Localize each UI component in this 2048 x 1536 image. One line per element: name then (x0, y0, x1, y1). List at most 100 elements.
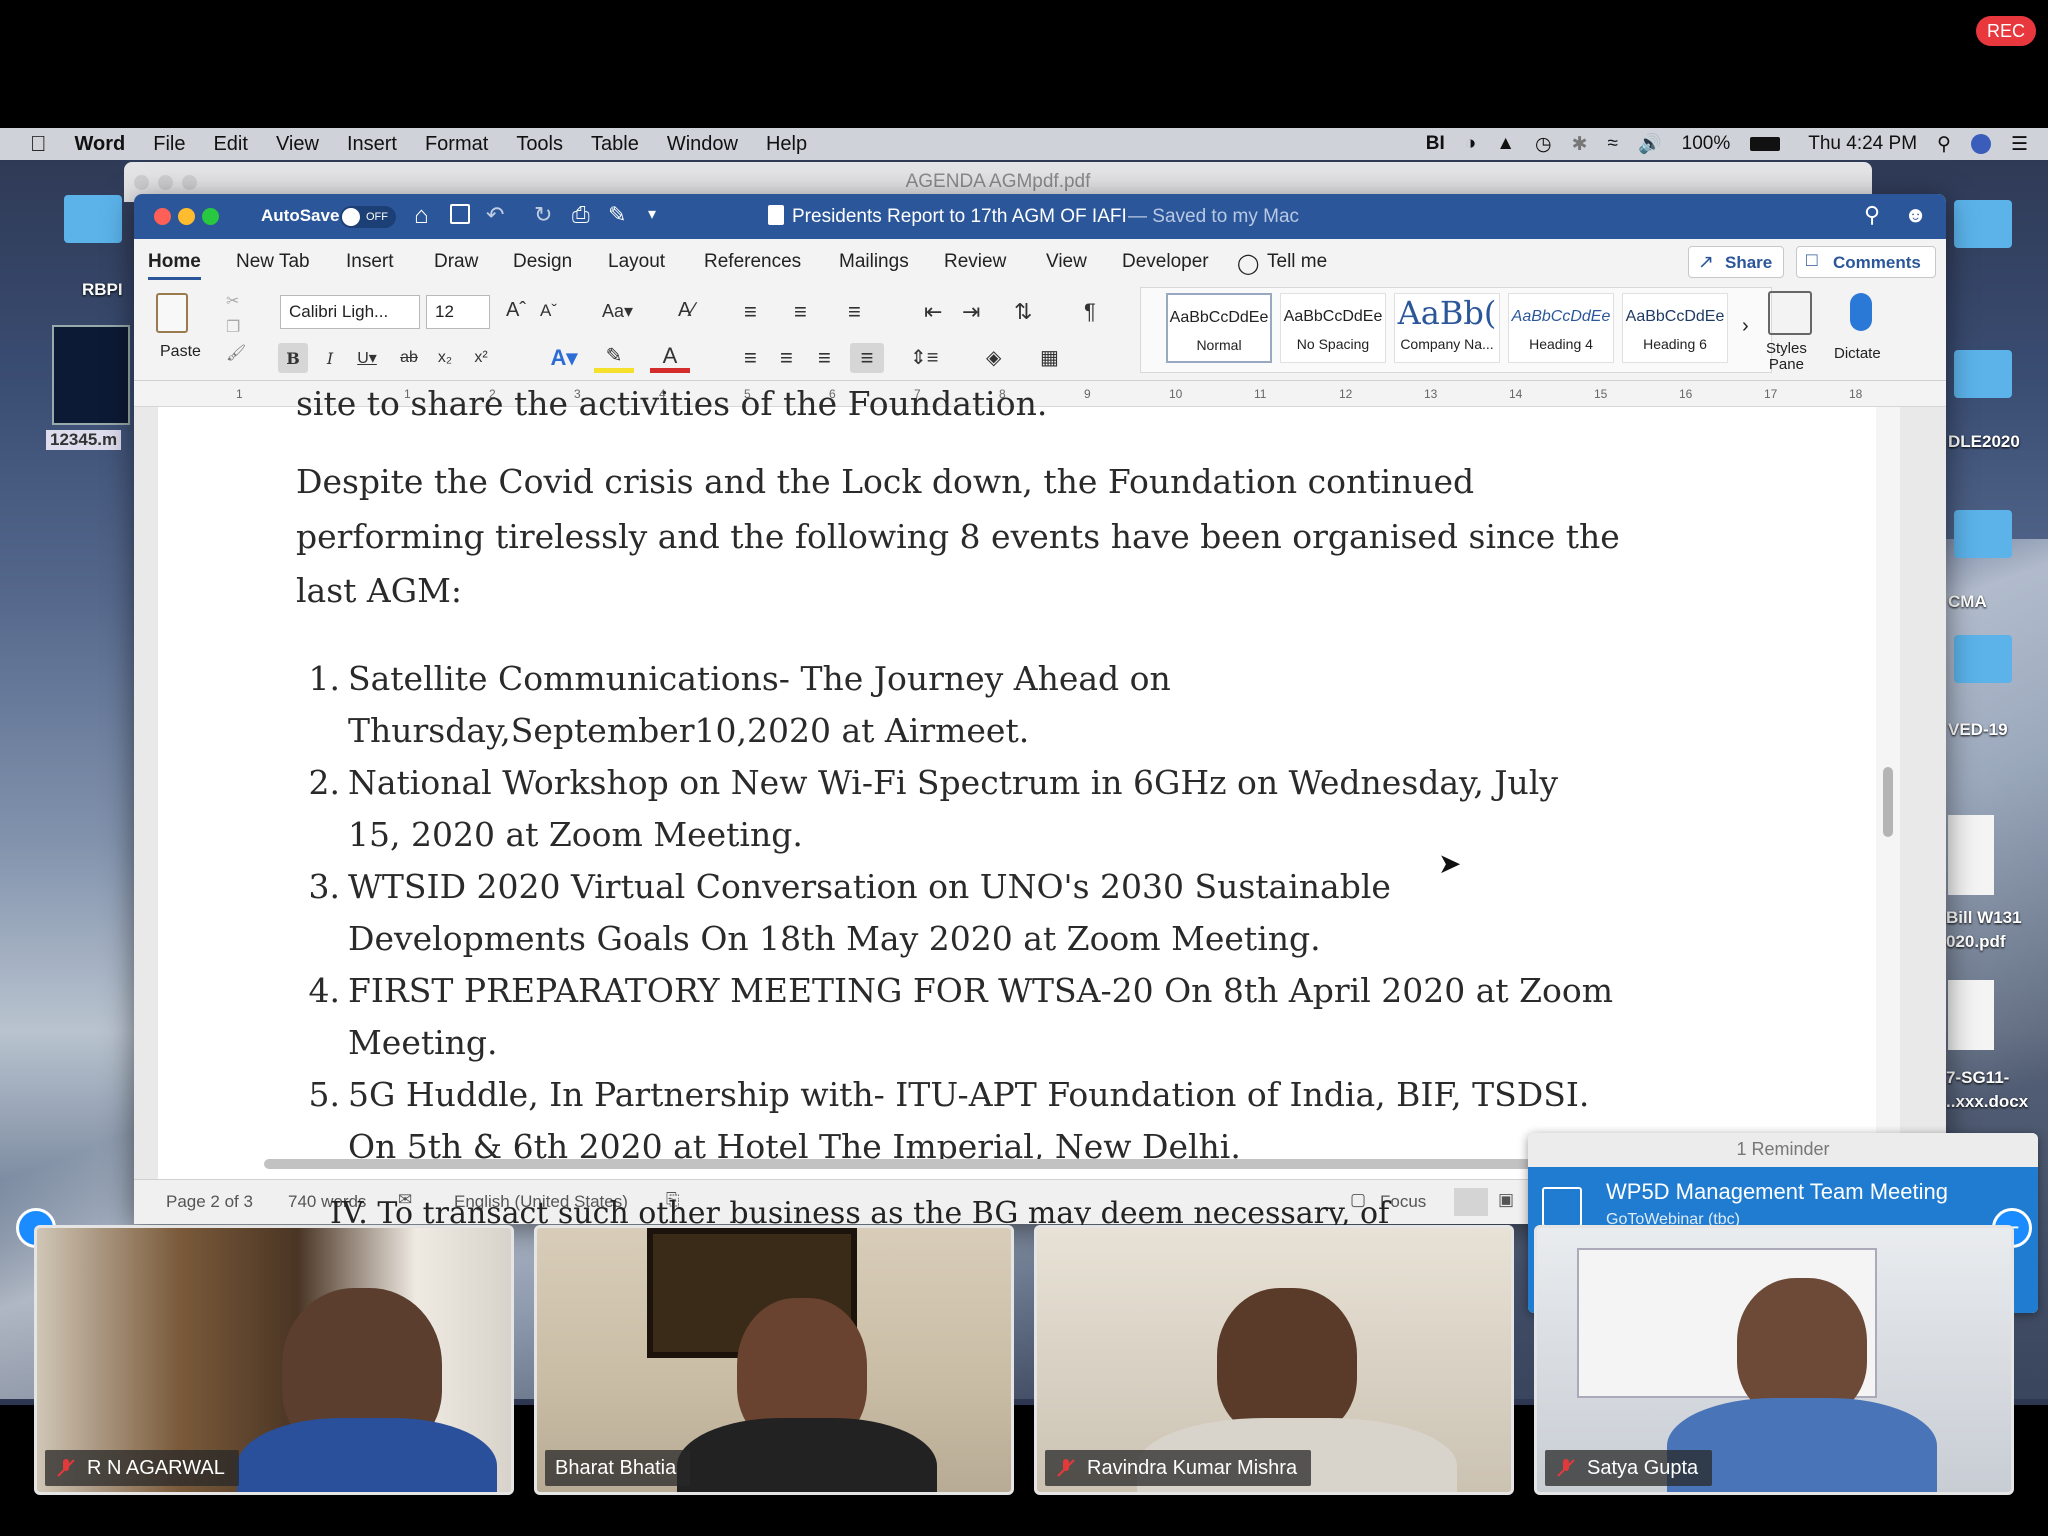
justify-icon[interactable]: ≡ (850, 343, 884, 373)
menu-file[interactable]: File (153, 133, 185, 156)
decrease-indent-icon[interactable]: ⇤ (924, 299, 942, 325)
underline-button[interactable]: U▾ (352, 343, 382, 373)
menu-insert[interactable]: Insert (347, 133, 397, 156)
status-vlc-icon[interactable]: ▲ (1496, 133, 1515, 155)
style-heading-4[interactable]: AaBbCcDdEe Heading 4 (1508, 293, 1614, 363)
change-case-icon[interactable]: Aa▾ (602, 301, 633, 322)
document-page[interactable]: site to share the activities of the Foun… (158, 384, 1876, 1179)
menu-window[interactable]: Window (667, 133, 738, 156)
home-icon[interactable]: ⌂ (414, 202, 429, 230)
tab-review[interactable]: Review (944, 251, 1006, 273)
volume-icon[interactable]: 🔊 (1638, 132, 1662, 156)
desktop-folder-icon[interactable] (1954, 635, 2012, 683)
font-color-icon[interactable]: A (650, 343, 690, 373)
styles-pane-icon[interactable] (1768, 291, 1812, 335)
participant-tile[interactable]: Satya Gupta (1534, 1225, 2014, 1495)
time-machine-icon[interactable]: ◷ (1535, 133, 1552, 156)
tab-mailings[interactable]: Mailings (839, 251, 909, 273)
superscript-button[interactable]: x² (466, 343, 496, 373)
status-circle-icon[interactable]: ◑ (1465, 133, 1476, 155)
highlight-color-icon[interactable]: ✎ (594, 343, 634, 373)
edit-doc-icon[interactable]: ✎ (608, 202, 626, 228)
subscript-button[interactable]: x₂ (430, 343, 460, 373)
tab-new-tab[interactable]: New Tab (236, 251, 310, 273)
multilevel-list-icon[interactable]: ≡ (848, 299, 861, 325)
wifi-icon[interactable]: ≈ (1608, 133, 1618, 155)
minimize-window-icon[interactable] (178, 208, 195, 225)
siri-icon[interactable] (1970, 134, 1991, 154)
desktop-pdf-icon[interactable] (1948, 815, 1994, 895)
desktop-folder-icon[interactable] (1954, 510, 2012, 558)
styles-pane-button[interactable]: Styles Pane (1766, 341, 1807, 373)
close-icon[interactable] (134, 175, 149, 190)
participant-tile[interactable]: R N AGARWAL (34, 1225, 514, 1495)
paste-button-label[interactable]: Paste (160, 343, 201, 361)
align-right-icon[interactable]: ≡ (818, 345, 831, 371)
strikethrough-button[interactable]: ab (394, 343, 424, 373)
save-icon[interactable] (450, 204, 470, 224)
tab-layout[interactable]: Layout (608, 251, 665, 273)
close-window-icon[interactable] (154, 208, 171, 225)
zoom-icon[interactable] (182, 175, 197, 190)
tab-view[interactable]: View (1046, 251, 1087, 273)
sort-icon[interactable]: ⇅ (1014, 299, 1032, 325)
font-name-select[interactable]: Calibri Ligh... (280, 295, 420, 329)
bluetooth-icon[interactable]: ✱ (1572, 133, 1588, 156)
battery-icon[interactable] (1750, 137, 1781, 151)
menu-app-name[interactable]: Word (75, 133, 126, 156)
menu-format[interactable]: Format (425, 133, 488, 156)
style-company-name[interactable]: AaBb( Company Na... (1394, 293, 1500, 363)
clock[interactable]: Thu 4:24 PM (1808, 133, 1917, 155)
tab-references[interactable]: References (704, 251, 801, 273)
text-effects-icon[interactable]: A▾ (544, 343, 584, 373)
line-spacing-icon[interactable]: ⇕≡ (910, 345, 938, 370)
shading-icon[interactable]: ◈ (986, 345, 1001, 370)
minimize-icon[interactable] (158, 175, 173, 190)
menu-edit[interactable]: Edit (213, 133, 247, 156)
customize-toolbar-icon[interactable]: ▾ (648, 204, 656, 224)
increase-indent-icon[interactable]: ⇥ (962, 299, 980, 325)
tab-draw[interactable]: Draw (434, 251, 478, 273)
paste-clipboard-icon[interactable] (156, 293, 188, 333)
desktop-folder-icon[interactable] (1954, 350, 2012, 398)
save-status[interactable]: — Saved to my Mac (1128, 206, 1299, 228)
bold-button[interactable]: B (278, 343, 308, 373)
page-count[interactable]: Page 2 of 3 (166, 1192, 253, 1212)
tab-design[interactable]: Design (513, 251, 572, 273)
borders-icon[interactable]: ▦ (1040, 345, 1059, 370)
tab-developer[interactable]: Developer (1122, 251, 1209, 273)
battery-percent[interactable]: 100% (1682, 133, 1731, 155)
print-icon[interactable]: ⎙ (572, 202, 590, 228)
grow-font-icon[interactable]: Aˆ (506, 299, 526, 322)
font-size-select[interactable]: 12 (426, 295, 490, 329)
style-normal[interactable]: AaBbCcDdEe Normal (1166, 293, 1272, 363)
participant-tile[interactable]: Bharat Bhatia (534, 1225, 1014, 1495)
copy-icon[interactable]: ❐ (226, 317, 240, 337)
scrollbar-thumb[interactable] (1883, 767, 1893, 837)
style-no-spacing[interactable]: AaBbCcDdEe No Spacing (1280, 293, 1386, 363)
menu-tools[interactable]: Tools (516, 133, 563, 156)
bullets-icon[interactable]: ≡ (744, 299, 757, 325)
desktop-folder-icon[interactable] (1954, 200, 2012, 248)
status-bi-icon[interactable]: BI (1426, 133, 1445, 155)
styles-more-chevron-icon[interactable]: › (1742, 315, 1749, 338)
align-left-icon[interactable]: ≡ (744, 345, 757, 371)
microphone-icon[interactable] (1850, 293, 1872, 331)
tab-home[interactable]: Home (148, 251, 201, 280)
participant-tile[interactable]: Ravindra Kumar Mishra (1034, 1225, 1514, 1495)
italic-button[interactable]: I (318, 343, 342, 373)
cut-icon[interactable]: ✂ (226, 291, 239, 311)
desktop-file-thumbnail[interactable] (52, 325, 130, 425)
shrink-font-icon[interactable]: Aˇ (540, 301, 557, 321)
desktop-docx-icon[interactable] (1948, 980, 1994, 1050)
format-painter-icon[interactable]: 🖌 (226, 343, 246, 363)
horizontal-scrollbar[interactable] (264, 1159, 1564, 1169)
account-icon[interactable]: ☻ (1904, 202, 1927, 228)
undo-icon[interactable]: ↶ (486, 202, 504, 228)
dictate-button[interactable]: Dictate (1834, 345, 1881, 362)
menu-table[interactable]: Table (591, 133, 639, 156)
menu-view[interactable]: View (276, 133, 319, 156)
align-center-icon[interactable]: ≡ (780, 345, 793, 371)
notification-center-icon[interactable]: ☰ (2011, 133, 2028, 156)
show-formatting-icon[interactable]: ¶ (1084, 299, 1096, 325)
